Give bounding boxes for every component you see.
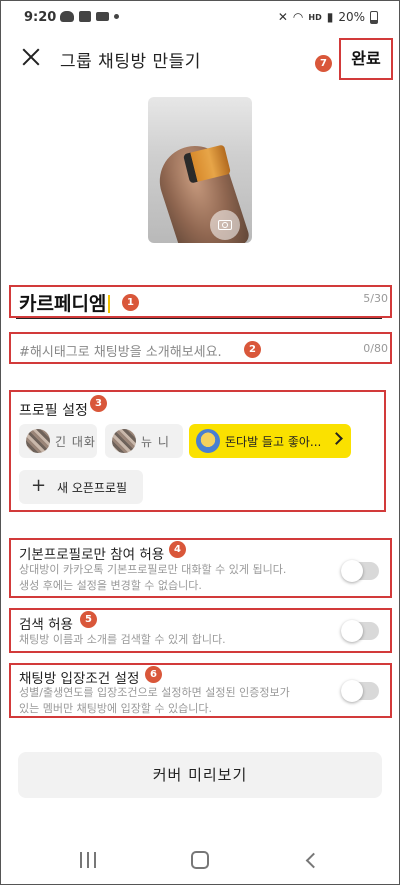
profile-chip[interactable]: 뉴 니 — [105, 424, 183, 458]
profile-name: 뉴 니 — [141, 435, 170, 449]
annotation-badge-5: 5 — [80, 611, 97, 628]
battery-percent: 20% — [338, 10, 365, 24]
toggle-knob — [341, 680, 363, 702]
name-underline — [16, 318, 382, 319]
profile-chip-selected[interactable]: 돈다발 들고 좋아... — [189, 424, 351, 458]
mute-icon: ✕ — [277, 10, 288, 24]
system-icons: ✕ ◠ HD ▮ 20% — [278, 10, 378, 24]
chatroom-name-field[interactable]: 카르페디엠 — [9, 285, 392, 318]
setting-entry-conditions: 채팅방 입장조건 설정 성별/출생연도를 입장조건으로 설정하면 설정된 인증정… — [9, 663, 392, 718]
setting-title: 채팅방 입장조건 설정 — [19, 671, 140, 687]
gallery-icon — [79, 11, 91, 22]
battery-icon — [370, 10, 378, 24]
setting-title: 기본프로필로만 참여 허용 — [19, 547, 165, 563]
new-open-profile-button[interactable]: + 새 오픈프로필 — [19, 470, 143, 504]
avatar — [112, 429, 136, 453]
more-notifications-dot-icon — [114, 14, 119, 19]
status-time: 9:20 — [24, 10, 57, 25]
home-icon[interactable] — [191, 851, 209, 869]
allow-search-toggle[interactable] — [341, 620, 379, 642]
navigation-bar — [0, 830, 400, 885]
annotation-badge-2: 2 — [244, 341, 261, 358]
cover-preview-button[interactable]: 커버 미리보기 — [18, 752, 382, 798]
done-highlight: 완료 — [339, 38, 393, 80]
setting-title: 검색 허용 — [19, 617, 73, 633]
setting-description-line: 상대방이 카카오톡 기본프로필로만 대화할 수 있게 됩니다. — [19, 563, 287, 576]
wifi-icon: ◠ — [292, 10, 304, 24]
done-button[interactable]: 완료 — [341, 40, 391, 78]
plus-icon: + — [31, 475, 47, 496]
default-profile-toggle[interactable] — [341, 560, 379, 582]
hashtag-char-counter: 0/80 — [363, 342, 388, 355]
signal-icon: ▮ — [326, 10, 334, 24]
notification-icons — [60, 11, 119, 22]
profile-name: 긴 대화 — [55, 435, 96, 449]
status-bar: 9:20 ✕ ◠ HD ▮ 20% — [0, 0, 400, 36]
cover-image[interactable] — [148, 97, 252, 243]
camera-lens-icon — [222, 222, 228, 228]
hashtag-input[interactable]: #해시태그로 채팅방을 소개해보세요. — [19, 341, 222, 360]
profile-settings-title: 프로필 설정 — [19, 403, 88, 419]
text-caret — [108, 295, 111, 313]
setting-description-line: 성별/출생연도를 입장조건으로 설정하면 설정된 인증정보가 — [19, 686, 290, 699]
chatroom-name-value: 카르페디엠 — [19, 293, 107, 315]
name-char-counter: 5/30 — [363, 292, 388, 305]
toggle-knob — [341, 620, 363, 642]
annotation-badge-1: 1 — [122, 294, 139, 311]
entry-conditions-toggle[interactable] — [341, 680, 379, 702]
setting-description-line: 채팅방 이름과 소개를 검색할 수 있게 합니다. — [19, 633, 226, 646]
new-open-profile-label: 새 오픈프로필 — [57, 481, 128, 495]
annotation-badge-6: 6 — [145, 666, 162, 683]
recent-apps-icon[interactable] — [80, 852, 98, 868]
setting-allow-search: 검색 허용 채팅방 이름과 소개를 검색할 수 있게 합니다. — [9, 608, 392, 653]
setting-description-line: 있는 멤버만 채팅방에 입장할 수 있습니다. — [19, 702, 213, 715]
chevron-right-icon — [330, 432, 343, 445]
profile-name: 돈다발 들고 좋아... — [225, 435, 322, 449]
close-icon[interactable] — [18, 44, 44, 70]
annotation-badge-3: 3 — [90, 395, 107, 412]
back-icon[interactable] — [305, 852, 322, 869]
setting-description-line: 생성 후에는 설정을 변경할 수 없습니다. — [19, 579, 202, 592]
setting-default-profile-only: 기본프로필로만 참여 허용 상대방이 카카오톡 기본프로필로만 대화할 수 있게… — [9, 538, 392, 598]
app-notification-icon — [96, 12, 109, 21]
camera-button[interactable] — [210, 210, 240, 240]
avatar — [196, 429, 220, 453]
annotation-badge-4: 4 — [169, 541, 186, 558]
cloud-icon — [60, 11, 74, 22]
hashtag-field[interactable]: #해시태그로 채팅방을 소개해보세요. — [9, 332, 392, 364]
toggle-knob — [341, 560, 363, 582]
chatroom-name-input[interactable]: 카르페디엠 — [19, 289, 111, 316]
page-title: 그룹 채팅방 만들기 — [60, 52, 201, 72]
hd-voice-icon: HD — [308, 12, 322, 22]
avatar — [26, 429, 50, 453]
profile-chip[interactable]: 긴 대화 — [19, 424, 97, 458]
profile-settings-section: 프로필 설정 긴 대화 뉴 니 돈다발 들고 좋아... + 새 오픈프로필 — [9, 390, 386, 512]
annotation-badge-7: 7 — [315, 55, 332, 72]
